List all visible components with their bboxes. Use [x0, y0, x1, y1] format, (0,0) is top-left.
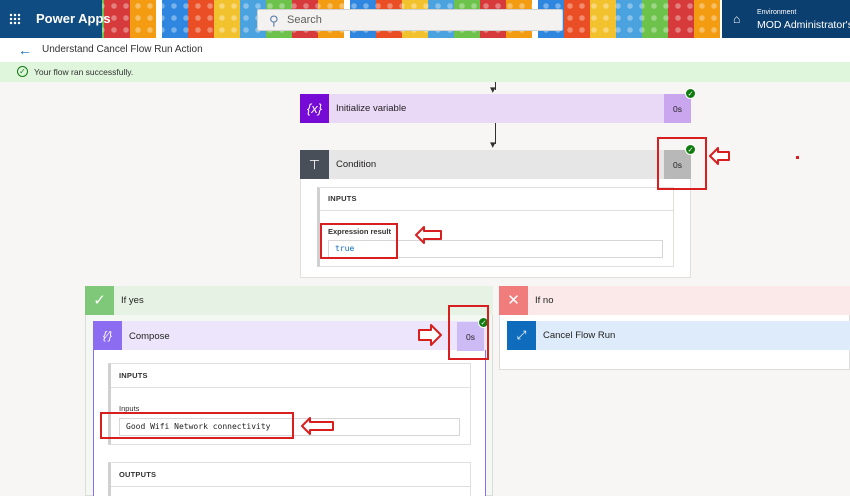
compose-outputs-heading: OUTPUTS: [119, 470, 157, 479]
annotation-arrow-icon: [709, 147, 730, 165]
yes-branch-label: If yes: [121, 295, 144, 306]
init-variable-title: Initialize variable: [336, 103, 407, 114]
search-icon: ⚲: [269, 13, 279, 28]
variable-icon: {x}: [300, 94, 329, 123]
condition-card-header[interactable]: ⊤ Condition 0s: [300, 150, 691, 179]
back-arrow-icon[interactable]: ←: [18, 42, 32, 58]
annotation-box-compose-inputs: [100, 412, 294, 439]
success-banner: ✓ Your flow ran successfully.: [0, 62, 850, 82]
search-placeholder: Search: [287, 14, 322, 26]
cancel-flow-icon: ⤢: [507, 321, 536, 350]
close-icon: ✕: [499, 286, 528, 315]
cancel-flow-card[interactable]: ⤢ Cancel Flow Run: [507, 321, 850, 350]
init-variable-card[interactable]: {x} Initialize variable 0s: [300, 94, 691, 123]
app-name[interactable]: Power Apps: [36, 11, 111, 26]
no-branch-header[interactable]: ✕ If no: [499, 286, 850, 315]
compose-inputs-heading: INPUTS: [119, 371, 148, 380]
condition-title: Condition: [336, 159, 377, 170]
compose-icon: {⁄}: [93, 321, 122, 350]
annotation-box-compose-duration: [448, 305, 489, 360]
compose-outputs-panel: [108, 462, 471, 496]
yes-branch-header[interactable]: ✓ If yes: [85, 286, 493, 315]
annotation-arrow-icon: [301, 417, 334, 435]
annotation-box-expression-result: [320, 223, 398, 259]
check-icon: ✓: [85, 286, 114, 315]
success-message: Your flow ran successfully.: [34, 67, 134, 77]
sub-header: ← Understand Cancel Flow Run Action: [0, 38, 850, 62]
init-variable-success-icon: ✓: [685, 88, 696, 99]
search-box[interactable]: ⚲ Search: [257, 9, 563, 31]
condition-icon: ⊤: [300, 150, 329, 179]
annotation-box-condition-duration: [657, 137, 707, 190]
no-branch-label: If no: [535, 295, 554, 306]
environment-icon: ⌂: [733, 12, 741, 26]
divider: [111, 387, 470, 388]
compose-title: Compose: [129, 331, 170, 342]
success-check-icon: ✓: [17, 66, 28, 77]
app-launcher-icon[interactable]: [9, 13, 21, 25]
annotation-arrow-icon: [415, 226, 442, 244]
divider: [111, 486, 470, 487]
connector-arrow-icon: ▾: [490, 139, 496, 151]
flow-title: Understand Cancel Flow Run Action: [42, 44, 203, 55]
cancel-flow-title: Cancel Flow Run: [543, 330, 616, 341]
environment-label: Environment: [757, 9, 797, 16]
divider: [320, 210, 674, 211]
condition-inputs-heading: INPUTS: [328, 194, 357, 203]
top-bar: Power Apps ⚲ Search ⌂ Environment MOD Ad…: [0, 0, 850, 38]
annotation-arrow-icon: [418, 324, 442, 346]
environment-name[interactable]: MOD Administrator's E: [757, 19, 850, 31]
annotation-dot: [796, 156, 799, 159]
